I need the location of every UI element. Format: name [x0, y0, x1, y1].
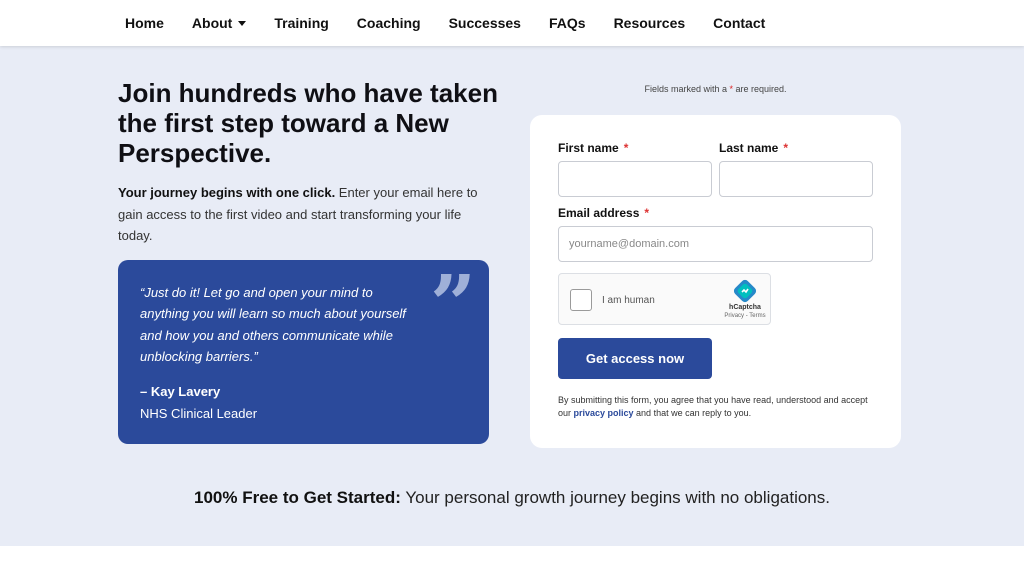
nav-links: Home About Training Coaching Successes F… [125, 0, 793, 46]
nav-successes-label: Successes [448, 15, 521, 31]
form-disclaimer: By submitting this form, you agree that … [558, 394, 878, 420]
nav-training-label: Training [274, 15, 329, 31]
testimonial-card: ” “Just do it! Let go and open your mind… [118, 260, 489, 444]
chevron-down-icon [238, 20, 247, 26]
nav-contact[interactable]: Contact [713, 15, 765, 31]
nav-coaching-label: Coaching [356, 15, 421, 31]
first-name-field[interactable] [558, 161, 712, 197]
first-name-label: First name * [558, 141, 628, 155]
disclaimer-post: and that we can reply to you. [633, 408, 752, 418]
email-label: Email address * [558, 206, 649, 220]
hero-intro-bold: Your journey begins with one click. [118, 185, 336, 200]
nav-faqs[interactable]: FAQs [549, 15, 586, 31]
required-star: * [644, 206, 650, 220]
required-note-post: are required. [733, 84, 787, 94]
required-fields-note: Fields marked with a * are required. [530, 84, 901, 94]
last-name-label-text: Last name [719, 141, 779, 155]
quote-mark-icon: ” [430, 257, 477, 351]
captcha-links[interactable]: Privacy - Terms [715, 313, 775, 319]
nav-resources[interactable]: Resources [614, 15, 686, 31]
first-name-label-text: First name [558, 141, 619, 155]
captcha-label: I am human [602, 295, 655, 306]
email-field[interactable] [558, 226, 873, 262]
testimonial-author: – Kay Lavery [140, 384, 221, 399]
nav-home-label: Home [125, 15, 164, 31]
nav-coaching[interactable]: Coaching [357, 15, 421, 31]
top-navbar: Home About Training Coaching Successes F… [0, 0, 1024, 46]
required-star: * [623, 141, 629, 155]
nav-faqs-label: FAQs [548, 15, 586, 31]
nav-contact-label: Contact [713, 15, 766, 31]
email-label-text: Email address [558, 206, 640, 220]
free-start-banner: 100% Free to Get Started: Your personal … [0, 488, 1024, 508]
required-star: * [783, 141, 789, 155]
captcha-checkbox[interactable] [570, 289, 592, 311]
signup-form: First name * Last name * Email address * I … [530, 115, 901, 448]
privacy-policy-link[interactable]: privacy policy [574, 408, 634, 418]
hcaptcha-widget: I am human hCaptcha Privacy - Terms [558, 273, 771, 325]
hero-intro: Your journey begins with one click. Ente… [118, 182, 488, 247]
nav-training[interactable]: Training [274, 15, 328, 31]
nav-successes[interactable]: Successes [449, 15, 521, 31]
nav-home[interactable]: Home [125, 15, 164, 31]
testimonial-role: NHS Clinical Leader [140, 406, 258, 421]
get-access-button[interactable]: Get access now [558, 338, 712, 379]
last-name-field[interactable] [719, 161, 873, 197]
hcaptcha-logo-icon [733, 279, 757, 303]
nav-about[interactable]: About [191, 15, 247, 31]
nav-about-label: About [191, 15, 233, 31]
hero-headline: Join hundreds who have taken the first s… [118, 78, 498, 168]
testimonial-quote: “Just do it! Let go and open your mind t… [140, 285, 406, 364]
required-note-pre: Fields marked with a [644, 84, 730, 94]
last-name-label: Last name * [719, 141, 788, 155]
free-start-bold: 100% Free to Get Started: [194, 488, 401, 507]
free-start-text: Your personal growth journey begins with… [400, 488, 830, 507]
captcha-brand: hCaptcha [729, 304, 761, 311]
nav-resources-label: Resources [613, 15, 686, 31]
footer-strip [0, 546, 1024, 576]
